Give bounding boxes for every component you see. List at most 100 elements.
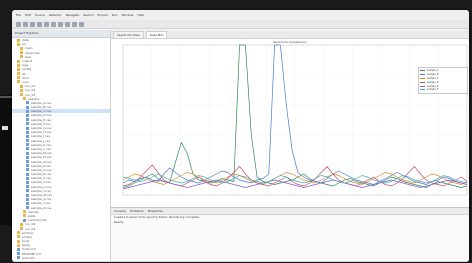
legend-swatch: [420, 89, 425, 91]
legend-swatch: [420, 81, 425, 83]
file-icon: [26, 193, 29, 197]
tree-item-label: pom.xml: [22, 255, 36, 260]
editor-area: Spectrum View Data Plot Spectrum Compari…: [111, 30, 469, 262]
tab-spectrum-view[interactable]: Spectrum View: [113, 31, 144, 38]
file-icon: [26, 176, 29, 180]
file-icon: [26, 164, 29, 168]
search-icon[interactable]: [65, 21, 70, 27]
legend-label: sample_C: [427, 76, 439, 80]
menu-bar: File Edit Source Refactor Navigate Searc…: [12, 10, 469, 20]
left-panel-divider: [0, 96, 12, 98]
folder-icon: [17, 59, 20, 63]
save-icon[interactable]: [30, 21, 35, 27]
file-icon: [26, 168, 29, 172]
folder-icon: [17, 38, 20, 42]
file-icon: [26, 109, 29, 113]
file-icon: [26, 113, 29, 117]
file-icon: [26, 155, 29, 159]
file-icon: [23, 218, 26, 222]
file-icon: [26, 160, 29, 164]
legend-label: sample_F: [427, 88, 439, 92]
tab-data-plot[interactable]: Data Plot: [145, 31, 168, 38]
file-icon: [26, 139, 29, 143]
menu-navigate[interactable]: Navigate: [66, 13, 79, 17]
menu-refactor[interactable]: Refactor: [49, 13, 62, 17]
back-icon[interactable]: [72, 21, 77, 27]
folder-icon: [20, 227, 23, 231]
file-icon: [26, 189, 29, 193]
status-bar: [12, 261, 469, 262]
folder-icon: [17, 67, 20, 71]
folder-icon: [17, 42, 20, 46]
menu-source[interactable]: Source: [35, 13, 45, 17]
console-panel: Console Problems Properties Loaded 6 ser…: [111, 207, 469, 262]
left-panel-icon: [2, 126, 8, 130]
line-chart: [122, 44, 468, 196]
folder-icon: [17, 239, 20, 243]
legend-swatch: [420, 77, 425, 79]
folder-icon: [17, 80, 20, 84]
legend-item: sample_F: [420, 88, 466, 92]
console-line: Ready.: [114, 220, 124, 224]
menu-run[interactable]: Run: [112, 13, 118, 17]
folder-icon: [20, 84, 23, 88]
file-icon: [26, 134, 29, 138]
project-explorer-header: Project Explorer: [12, 30, 110, 38]
file-icon: [17, 252, 20, 256]
file-tree: data src main resources test output logs config…: [12, 38, 110, 260]
file-icon: [26, 126, 29, 130]
toolbar: [12, 20, 469, 29]
folder-icon: [20, 88, 23, 92]
folder-icon: [17, 72, 20, 76]
file-icon: [26, 151, 29, 155]
chart-title: Spectrum Comparison: [273, 40, 307, 44]
file-icon: [26, 118, 29, 122]
folder-icon: [23, 97, 26, 101]
file-icon: [26, 185, 29, 189]
folder-icon: [17, 63, 20, 67]
file-icon: [26, 172, 29, 176]
forward-icon[interactable]: [79, 21, 84, 27]
folder-icon: [17, 243, 20, 247]
file-icon: [26, 206, 29, 210]
file-icon: [17, 247, 20, 251]
debug-icon[interactable]: [51, 21, 56, 27]
folder-icon: [20, 51, 23, 55]
folder-icon: [20, 55, 23, 59]
tab-console[interactable]: Console: [114, 209, 126, 213]
chart-panel: Spectrum Comparison sample_A sample_B samp…: [111, 39, 469, 207]
file-icon: [26, 101, 29, 105]
stop-icon[interactable]: [58, 21, 63, 27]
folder-icon: [23, 214, 26, 218]
file-icon: [26, 105, 29, 109]
new-icon[interactable]: [16, 21, 21, 27]
menu-search[interactable]: Search: [83, 13, 93, 17]
folder-icon: [20, 222, 23, 226]
folder-icon: [17, 231, 20, 235]
legend-swatch: [420, 74, 425, 76]
legend-label: sample_A: [427, 69, 439, 73]
menu-edit[interactable]: Edit: [25, 13, 31, 17]
chart-legend: sample_A sample_B sample_C sample_D sample_E…: [418, 67, 468, 94]
app-window: File Edit Source Refactor Navigate Searc…: [12, 10, 469, 262]
folder-icon: [23, 210, 26, 214]
menu-file[interactable]: File: [16, 13, 21, 17]
menu-help[interactable]: Help: [137, 13, 144, 17]
file-icon: [17, 256, 20, 260]
left-panel-strip: [0, 95, 12, 225]
tab-problems[interactable]: Problems: [130, 209, 144, 213]
file-icon: [26, 180, 29, 184]
folder-icon: [20, 46, 23, 50]
menu-window[interactable]: Window: [122, 13, 134, 17]
folder-icon: [20, 93, 23, 97]
tab-properties[interactable]: Properties: [148, 209, 163, 213]
console-tabs: Console Problems Properties: [111, 208, 469, 215]
tree-item[interactable]: pom.xml: [12, 256, 110, 260]
print-icon[interactable]: [37, 21, 42, 27]
folder-icon: [17, 235, 20, 239]
menu-project[interactable]: Project: [98, 13, 108, 17]
folder-icon: [17, 76, 20, 80]
run-icon[interactable]: [44, 21, 49, 27]
file-icon: [26, 197, 29, 201]
open-icon[interactable]: [23, 21, 28, 27]
